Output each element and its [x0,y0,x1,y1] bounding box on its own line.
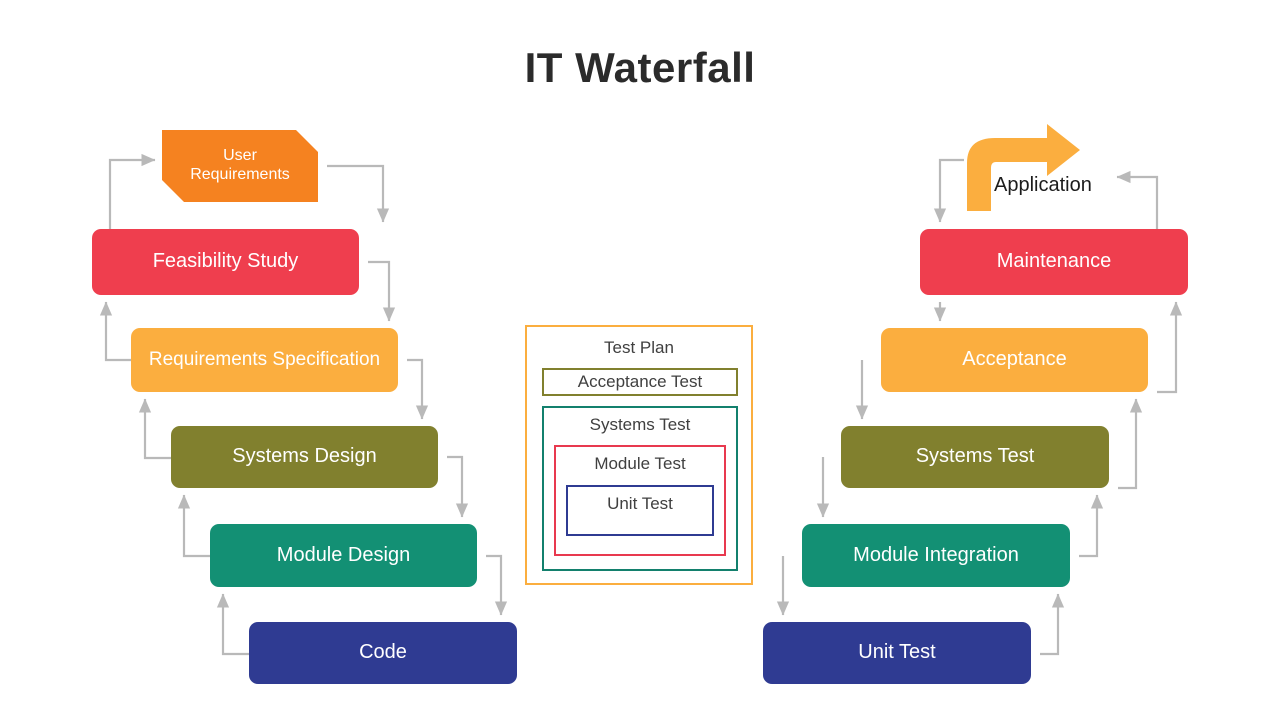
arrow-moduleintegration-to-systemstest [1079,494,1104,558]
test-plan-level-label: Unit Test [607,494,673,513]
test-plan-title: Test Plan [604,338,674,357]
node-label: Feasibility Study [152,250,299,273]
diagram-canvas: IT Waterfall User Requirements Feasibilit… [0,0,1280,720]
application-label: Application [994,174,1092,196]
node-label: Module Integration [853,543,1019,566]
test-plan-level-label: Module Test [594,454,686,473]
arrow-userreq-to-feasibility [327,164,390,223]
arrow-down-into-maintenance [933,158,964,223]
node-label: Unit Test [858,641,936,664]
node-module-integration[interactable]: Module Integration [802,524,1070,587]
arrow-systemsdesign-to-moduledesign [447,455,469,518]
node-label: Systems Test [915,445,1035,468]
node-maintenance[interactable]: Maintenance [920,229,1188,295]
application-curved-arrow-icon [967,124,1080,211]
node-user-requirements[interactable]: User Requirements [162,130,318,202]
node-code[interactable]: Code [249,622,517,684]
node-label: Requirements Specification [148,348,381,370]
page-title: IT Waterfall [524,44,756,91]
arrow-maintenance-to-application [1116,170,1159,229]
node-acceptance[interactable]: Acceptance [881,328,1148,392]
test-plan-level-label: Systems Test [589,415,691,434]
arrow-feasibility-to-reqspec [368,260,396,322]
node-label: Maintenance [996,250,1112,273]
node-unit-test[interactable]: Unit Test [763,622,1031,684]
arrow-moduledesign-to-code [486,554,508,616]
node-label: Systems Design [232,445,377,468]
arrow-reqspec-to-systemsdesign [407,358,429,420]
node-feasibility-study[interactable]: Feasibility Study [92,229,359,295]
test-plan-level-unit-test[interactable]: Unit Test [566,485,714,536]
node-systems-test[interactable]: Systems Test [841,426,1109,488]
arrow-acceptance-to-maintenance [1157,301,1183,394]
node-label: User Requirements [190,147,290,183]
node-module-design[interactable]: Module Design [210,524,477,587]
node-label: Module Design [276,543,411,566]
arrow-feasibility-to-userreq [108,153,156,229]
node-label: Acceptance [962,348,1067,371]
arrow-systemstest-to-acceptance [1118,398,1143,490]
test-plan-level-acceptance-test[interactable]: Acceptance Test [542,368,738,396]
node-requirements-specification[interactable]: Requirements Specification [131,328,398,392]
node-systems-design[interactable]: Systems Design [171,426,438,488]
node-label: Code [359,641,407,664]
arrow-unittest-to-moduleintegration [1040,593,1065,656]
test-plan-level-label: Acceptance Test [577,372,703,391]
